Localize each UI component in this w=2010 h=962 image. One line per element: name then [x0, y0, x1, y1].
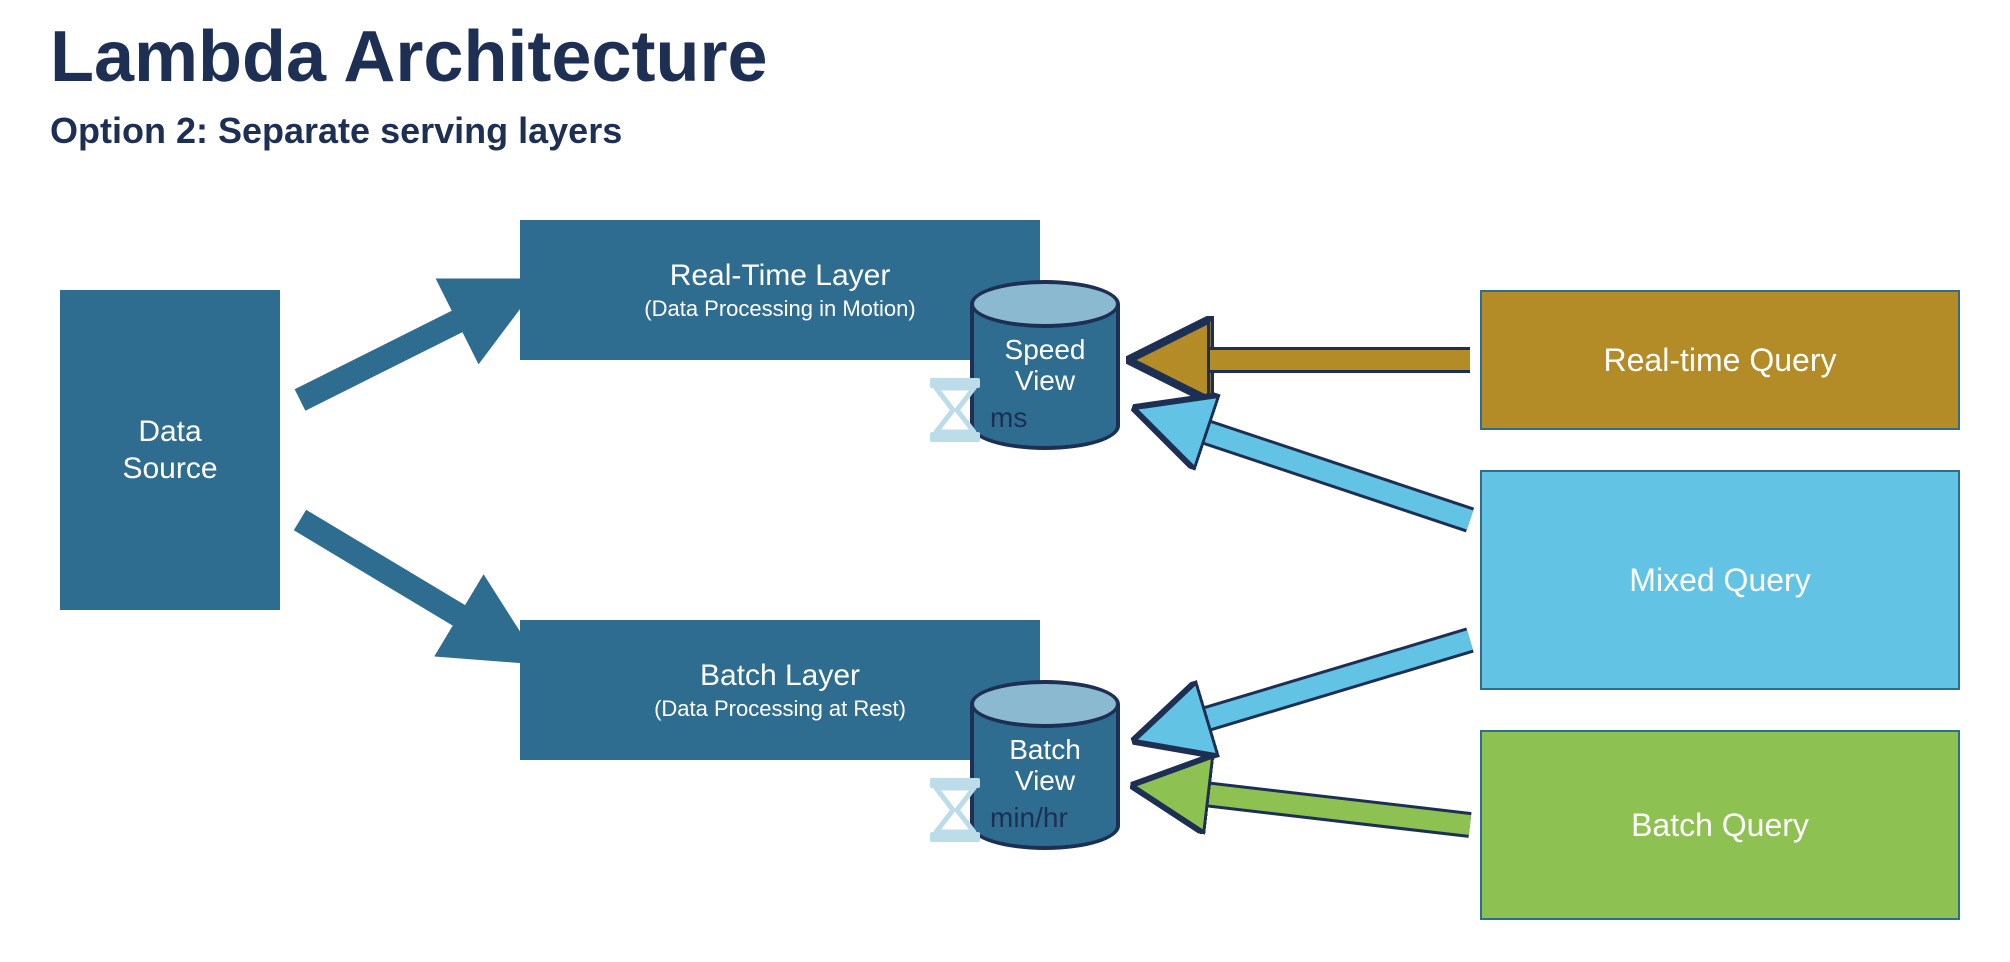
arrow-mixed-to-speed — [1170, 420, 1470, 520]
page-subtitle: Option 2: Separate serving layers — [50, 110, 622, 152]
arrow-mixed-to-batch — [1170, 640, 1470, 730]
speed-view-label: SpeedView — [970, 335, 1120, 397]
data-source-box: DataSource — [60, 290, 280, 610]
batch-layer-box: Batch Layer (Data Processing at Rest) — [520, 620, 1040, 760]
mixed-query-label: Mixed Query — [1629, 562, 1810, 599]
realtime-query-box: Real-time Query — [1480, 290, 1960, 430]
batch-time-label: min/hr — [990, 802, 1068, 834]
arrow-batch-query-to-batch — [1170, 790, 1470, 825]
realtime-layer-box: Real-Time Layer (Data Processing in Moti… — [520, 220, 1040, 360]
mixed-query-box: Mixed Query — [1480, 470, 1960, 690]
batch-layer-title: Batch Layer — [700, 659, 860, 692]
realtime-time-label: ms — [990, 402, 1027, 434]
realtime-layer-title: Real-Time Layer — [670, 259, 891, 292]
arrow-source-to-realtime — [300, 300, 500, 400]
cylinder-top — [970, 680, 1120, 728]
data-source-label: DataSource — [122, 413, 217, 488]
arrow-source-to-batch — [300, 520, 500, 640]
realtime-layer-subtitle: (Data Processing in Motion) — [644, 296, 915, 322]
page-title: Lambda Architecture — [50, 16, 768, 98]
realtime-query-label: Real-time Query — [1604, 342, 1837, 379]
cylinder-top — [970, 280, 1120, 328]
batch-layer-subtitle: (Data Processing at Rest) — [654, 696, 906, 722]
batch-query-box: Batch Query — [1480, 730, 1960, 920]
batch-query-label: Batch Query — [1631, 807, 1809, 844]
diagram-page: Lambda Architecture Option 2: Separate s… — [0, 0, 2010, 962]
batch-view-label: BatchView — [970, 735, 1120, 797]
